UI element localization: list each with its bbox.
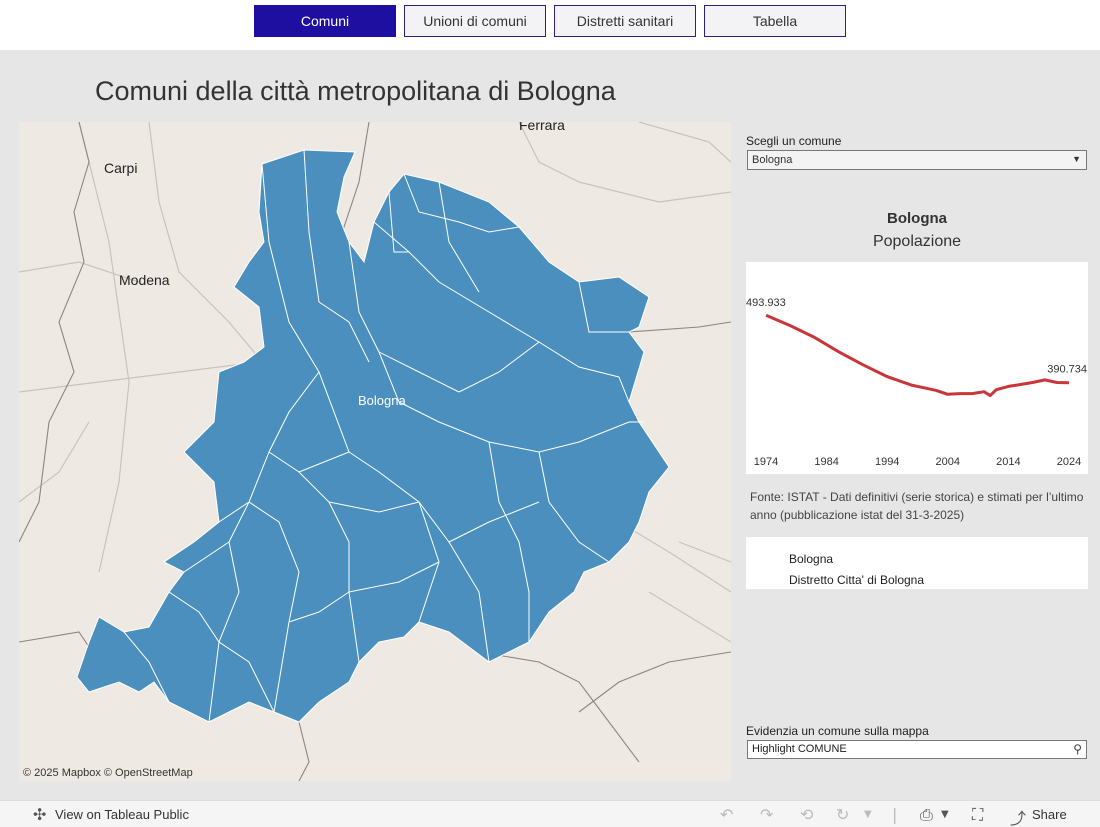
fullscreen-icon[interactable]: ⛶ [972,805,983,825]
tab-tabella[interactable]: Tabella [704,5,846,37]
revert-icon[interactable]: ⟲ [800,805,813,824]
map-label-bologna: Bologna [358,393,406,408]
page-title: Comuni della città metropolitana di Bolo… [95,76,616,106]
population-chart-canvas: 493.933 390.734 1974 1984 1994 2004 2014 2024 [746,297,1087,468]
municipalities [76,149,670,723]
chart-subtitle: Popolazione [872,233,962,250]
map-attribution[interactable]: © 2025 Mapbox © OpenStreetMap [23,767,193,779]
first-value-label: 493.933 [746,297,786,309]
x-tick-label-1994: 1994 [875,456,899,468]
chart-comune-name: Bologna [887,210,947,227]
x-tick-label-2024: 2024 [1057,456,1081,468]
info-comune: Bologna [789,552,834,566]
map-label-carpi: Carpi [104,160,138,176]
highlight-placeholder: Highlight COMUNE [752,743,847,755]
map-label-modena: Modena [119,272,170,288]
tab-comuni[interactable]: Comuni [254,5,396,37]
x-tick-label-2014: 2014 [996,456,1020,468]
comune-info-box: Bologna Distretto Citta' di Bologna [746,537,1088,589]
refresh-icon[interactable]: ↻ [836,805,849,824]
data-source-note: Fonte: ISTAT - Dati definitivi (serie st… [750,490,1084,522]
highlight-comune-input[interactable]: Highlight COMUNE ⚲ [747,740,1087,759]
download-dropdown-icon[interactable]: ▼ [941,809,949,820]
population-line[interactable] [765,313,1070,398]
tableau-toolbar: ✣ View on Tableau Public ↶ ↷ ⟲ ↻ ▼ | ⎙ ▼… [0,800,1100,827]
view-on-tableau-link[interactable]: View on Tableau Public [55,807,189,822]
dropdown-caret-icon: ▼ [1072,154,1081,164]
tableau-logo-icon: ✣ [33,805,47,824]
search-icon: ⚲ [1073,742,1082,756]
refresh-dropdown-icon[interactable]: ▼ [864,809,872,820]
last-value-label: 390.734 [1047,364,1087,376]
x-tick-label-1974: 1974 [754,456,778,468]
tab-unioni-di-comuni[interactable]: Unioni di comuni [404,5,546,37]
map-label-ferrara: Ferrara [519,122,565,133]
share-button[interactable]: Share [1032,807,1067,822]
comune-select-value: Bologna [752,154,793,166]
undo-icon[interactable]: ↶ [720,805,733,824]
toolbar-divider: | [892,805,898,824]
info-distretto: Distretto Citta' di Bologna [789,573,925,587]
share-icon[interactable]: ⤴ [1010,805,1026,827]
comune-select-label: Scegli un comune [746,134,842,148]
redo-icon[interactable]: ↷ [760,805,773,824]
population-chart[interactable]: 493.933 390.734 1974 1984 1994 2004 2014 2024 [746,262,1088,474]
comune-select[interactable]: Bologna ▼ [747,150,1087,170]
download-icon[interactable]: ⎙ [920,805,933,825]
x-tick-label-1984: 1984 [814,456,838,468]
top-navigation: Comuni Unioni di comuni Distretti sanita… [0,0,1100,50]
x-tick-label-2004: 2004 [936,456,960,468]
map[interactable]: Ferrara Carpi Modena Bologna © 2025 Mapb… [19,122,731,781]
tab-distretti-sanitari[interactable]: Distretti sanitari [554,5,696,37]
highlight-label: Evidenzia un comune sulla mappa [746,724,929,738]
map-canvas [19,122,731,781]
